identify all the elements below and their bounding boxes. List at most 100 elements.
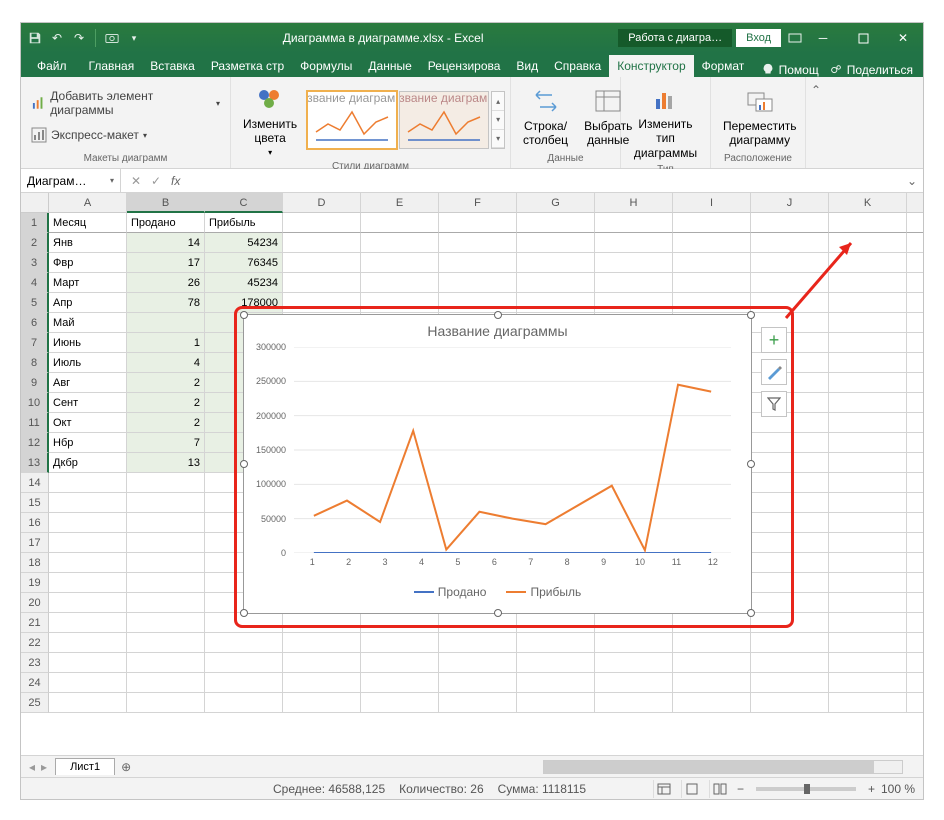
chart-styles-button[interactable] [761, 359, 787, 385]
cell[interactable] [595, 693, 673, 713]
cell[interactable]: 2 [127, 413, 205, 433]
row-header[interactable]: 19 [21, 573, 49, 593]
cell[interactable] [907, 373, 923, 393]
cell[interactable] [439, 613, 517, 633]
cell[interactable] [907, 273, 923, 293]
cell[interactable] [829, 353, 907, 373]
cell[interactable] [673, 673, 751, 693]
cell[interactable] [127, 313, 205, 333]
cell[interactable]: 78 [127, 293, 205, 313]
cell[interactable] [751, 613, 829, 633]
row-header[interactable]: 22 [21, 633, 49, 653]
tab-формулы[interactable]: Формулы [292, 55, 360, 77]
cell[interactable] [751, 513, 829, 533]
row-header[interactable]: 16 [21, 513, 49, 533]
cell[interactable] [439, 633, 517, 653]
cell[interactable] [595, 613, 673, 633]
chart-style-1[interactable]: Название диаграммы [307, 91, 397, 149]
formula-input[interactable] [186, 174, 901, 188]
column-header[interactable]: B [127, 193, 205, 213]
cell[interactable] [907, 213, 923, 233]
cell[interactable] [673, 693, 751, 713]
cell[interactable] [517, 273, 595, 293]
cell[interactable] [907, 333, 923, 353]
cell[interactable] [907, 453, 923, 473]
cell[interactable] [49, 513, 127, 533]
cell[interactable] [673, 613, 751, 633]
cell[interactable] [829, 673, 907, 693]
cell[interactable] [517, 213, 595, 233]
cell[interactable] [751, 533, 829, 553]
cell[interactable] [829, 533, 907, 553]
cell[interactable] [829, 253, 907, 273]
minimize-button[interactable]: ─ [803, 23, 843, 53]
cell[interactable] [907, 253, 923, 273]
row-header[interactable]: 21 [21, 613, 49, 633]
cell[interactable] [283, 653, 361, 673]
column-header[interactable]: G [517, 193, 595, 213]
cell[interactable] [673, 293, 751, 313]
change-colors-button[interactable]: Изменить цвета▾ [237, 81, 303, 159]
cell[interactable] [283, 273, 361, 293]
cell[interactable] [439, 653, 517, 673]
cell[interactable] [439, 293, 517, 313]
row-header[interactable]: 17 [21, 533, 49, 553]
cell[interactable]: 4 [127, 353, 205, 373]
cell[interactable] [829, 293, 907, 313]
zoom-slider[interactable] [756, 787, 856, 791]
cell[interactable] [595, 213, 673, 233]
cell[interactable] [49, 653, 127, 673]
cell[interactable]: 54234 [205, 233, 283, 253]
cell[interactable] [127, 473, 205, 493]
tab-конструктор[interactable]: Конструктор [609, 55, 693, 77]
column-header[interactable]: F [439, 193, 517, 213]
cell[interactable]: 2 [127, 393, 205, 413]
cell[interactable]: 17 [127, 253, 205, 273]
cell[interactable] [361, 213, 439, 233]
cell[interactable] [49, 493, 127, 513]
cell[interactable] [127, 493, 205, 513]
cell[interactable] [205, 693, 283, 713]
cell[interactable] [829, 693, 907, 713]
cell[interactable] [673, 253, 751, 273]
cell[interactable] [751, 453, 829, 473]
column-header[interactable]: C [205, 193, 283, 213]
cell[interactable] [49, 593, 127, 613]
cell[interactable] [907, 593, 923, 613]
cell[interactable] [829, 393, 907, 413]
cell[interactable] [673, 273, 751, 293]
tab-данные[interactable]: Данные [360, 55, 419, 77]
cell[interactable]: Сент [49, 393, 127, 413]
cell[interactable] [829, 333, 907, 353]
row-header[interactable]: 15 [21, 493, 49, 513]
row-header[interactable]: 3 [21, 253, 49, 273]
gallery-scroll[interactable]: ▴▾▾ [491, 91, 505, 149]
cell[interactable] [127, 613, 205, 633]
cell[interactable] [907, 573, 923, 593]
cell[interactable] [673, 653, 751, 673]
cell[interactable]: 2 [127, 373, 205, 393]
ribbon-display-icon[interactable] [787, 30, 803, 46]
row-header[interactable]: 24 [21, 673, 49, 693]
cell[interactable] [829, 513, 907, 533]
tab-справка[interactable]: Справка [546, 55, 609, 77]
chart-object[interactable]: Название диаграммы 050000100000150000200… [243, 314, 752, 614]
column-header[interactable]: I [673, 193, 751, 213]
cell[interactable] [829, 273, 907, 293]
cell[interactable] [517, 253, 595, 273]
cell[interactable] [361, 673, 439, 693]
normal-view-icon[interactable] [653, 780, 675, 798]
tab-вставка[interactable]: Вставка [142, 55, 203, 77]
cell[interactable] [829, 233, 907, 253]
select-all-corner[interactable] [21, 193, 49, 213]
cell[interactable] [49, 673, 127, 693]
cell[interactable] [283, 233, 361, 253]
cell[interactable] [907, 493, 923, 513]
cell[interactable] [829, 373, 907, 393]
cell[interactable] [595, 273, 673, 293]
chart-title[interactable]: Название диаграммы [244, 315, 751, 343]
cell[interactable]: Апр [49, 293, 127, 313]
row-header[interactable]: 10 [21, 393, 49, 413]
cell[interactable] [439, 233, 517, 253]
cell[interactable]: 7 [127, 433, 205, 453]
